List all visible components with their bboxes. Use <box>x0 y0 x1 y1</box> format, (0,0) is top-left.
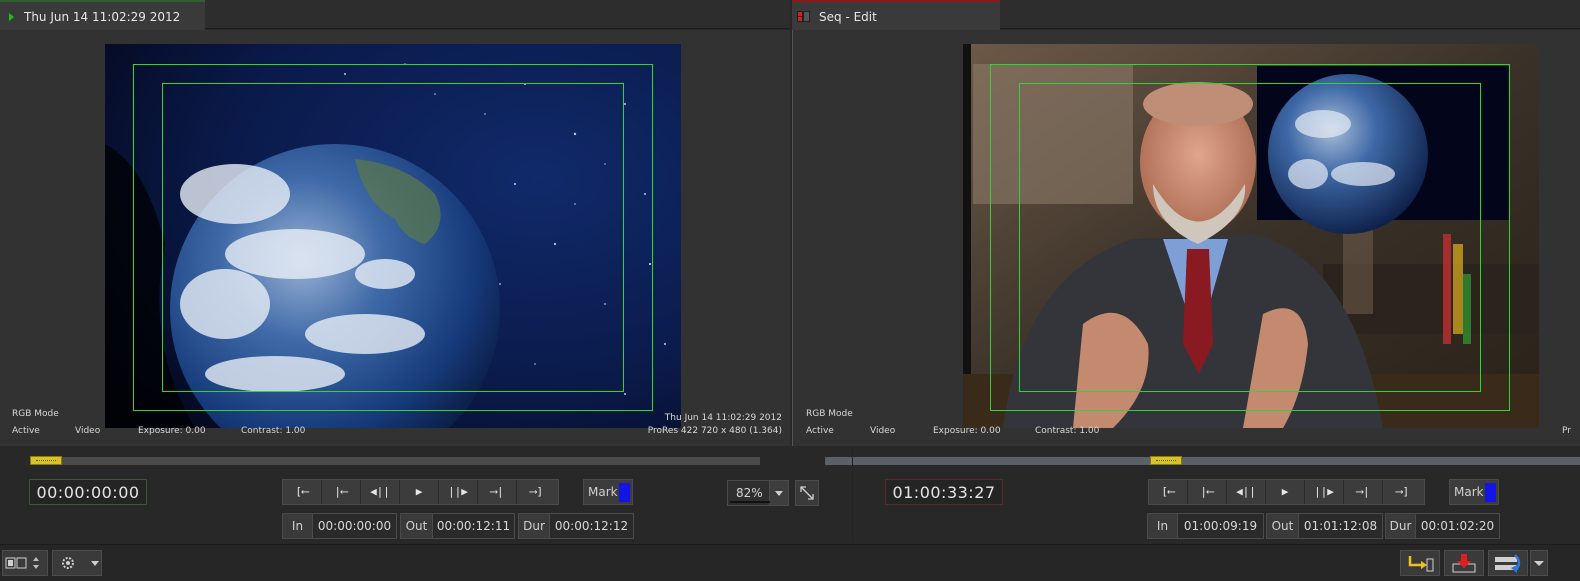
source-dur-label[interactable]: Dur <box>518 513 550 539</box>
record-go-to-in-button[interactable]: [⟵ <box>1149 480 1188 504</box>
overwrite-edit-button[interactable] <box>1444 550 1484 576</box>
overwrite-edit-icon <box>1452 554 1476 573</box>
panel-divider <box>852 448 853 543</box>
record-mark-label: Mark <box>1454 485 1484 499</box>
source-step-back-button[interactable]: ◀|| <box>361 480 400 504</box>
chevron-down-icon[interactable] <box>769 481 788 505</box>
gear-icon <box>62 557 99 569</box>
edit-options-dropdown[interactable] <box>1530 550 1548 576</box>
source-mark-label: Mark <box>588 485 618 499</box>
record-mode-label: RGB Mode <box>806 409 853 419</box>
zoom-slider-track <box>730 501 770 503</box>
record-prev-edit-button[interactable]: |⟵ <box>1188 480 1227 504</box>
source-status-label: Active <box>12 426 40 436</box>
replace-edit-icon <box>1408 556 1434 572</box>
record-step-forward-button[interactable]: ||▶ <box>1305 480 1344 504</box>
record-exposure-label: Exposure: 0.00 <box>933 426 1001 436</box>
mark-color-swatch <box>1485 483 1496 502</box>
record-transport: [⟵ |⟵ ◀|| ▶ ||▶ ⟶| ⟶] <box>1148 479 1425 505</box>
source-dur-value[interactable]: 00:00:12:12 <box>550 513 634 539</box>
record-out-value[interactable]: 01:01:12:08 <box>1299 513 1383 539</box>
source-out-label[interactable]: Out <box>400 513 433 539</box>
viewer-layout-button[interactable] <box>2 550 48 576</box>
source-title-safe-guide <box>162 83 624 392</box>
source-timecode[interactable]: 00:00:00:00 <box>29 479 147 505</box>
record-status-label: Active <box>806 426 834 436</box>
record-timecode[interactable]: 01:00:33:27 <box>885 479 1003 505</box>
source-exposure-label: Exposure: 0.00 <box>138 426 206 436</box>
record-in-label[interactable]: In <box>1147 513 1178 539</box>
source-next-edit-button[interactable]: ⟶| <box>478 480 517 504</box>
record-play-button[interactable]: ▶ <box>1266 480 1305 504</box>
source-track-bar <box>30 457 760 465</box>
record-mark-button[interactable]: Mark <box>1449 479 1499 505</box>
source-out-value[interactable]: 00:00:12:11 <box>433 513 515 539</box>
record-format-label: Pr <box>1562 426 1571 436</box>
source-go-to-out-button[interactable]: ⟶] <box>517 480 556 504</box>
source-viewer[interactable]: RGB Mode Active Video Exposure: 0.00 Con… <box>0 30 790 446</box>
record-next-edit-button[interactable]: ⟶| <box>1344 480 1383 504</box>
record-tab-label: Seq - Edit <box>819 10 877 24</box>
record-dur-label[interactable]: Dur <box>1385 513 1416 539</box>
source-prev-edit-button[interactable]: |⟵ <box>322 480 361 504</box>
dual-viewer-icon <box>5 557 39 569</box>
record-tabbar: Seq - Edit <box>792 0 1580 30</box>
insert-edit-icon <box>1495 554 1521 573</box>
record-track-bar <box>825 457 1580 465</box>
viewer-settings-button[interactable] <box>52 550 102 576</box>
source-position-bar[interactable] <box>30 453 760 466</box>
zoom-dropdown[interactable]: 82% <box>727 480 789 506</box>
record-track-label: Video <box>870 426 896 436</box>
replace-edit-button[interactable] <box>1400 550 1440 576</box>
source-tab-label: Thu Jun 14 11:02:29 2012 <box>24 10 181 24</box>
source-in-value[interactable]: 00:00:00:00 <box>313 513 397 539</box>
expand-diagonal-icon <box>800 486 814 500</box>
record-title-safe-guide <box>1019 83 1481 392</box>
source-play-button[interactable]: ▶ <box>400 480 439 504</box>
record-tab[interactable]: Seq - Edit <box>792 0 1000 30</box>
chevron-down-icon <box>1534 561 1544 566</box>
record-step-back-button[interactable]: ◀|| <box>1227 480 1266 504</box>
sequence-icon <box>797 11 810 22</box>
source-format-label: ProRes 422 720 x 480 (1.364) <box>647 426 782 436</box>
record-out-label[interactable]: Out <box>1266 513 1299 539</box>
mark-color-swatch <box>619 483 630 502</box>
record-go-to-out-button[interactable]: ⟶] <box>1383 480 1422 504</box>
source-go-to-in-button[interactable]: [⟵ <box>283 480 322 504</box>
source-playhead[interactable] <box>30 456 62 465</box>
source-mode-label: RGB Mode <box>12 409 59 419</box>
source-in-label[interactable]: In <box>282 513 313 539</box>
record-contrast-label: Contrast: 1.00 <box>1035 426 1100 436</box>
bottom-toolbar <box>0 544 1580 581</box>
zoom-value: 82% <box>736 486 763 500</box>
source-tabbar: Thu Jun 14 11:02:29 2012 <box>0 0 790 30</box>
record-position-bar[interactable] <box>825 453 1580 466</box>
record-viewer[interactable]: RGB Mode Active Video Exposure: 0.00 Con… <box>792 30 1580 446</box>
source-clip-name-label: Thu Jun 14 11:02:29 2012 <box>664 413 782 423</box>
source-step-forward-button[interactable]: ||▶ <box>439 480 478 504</box>
play-indicator-icon <box>9 13 14 21</box>
insert-edit-button[interactable] <box>1488 550 1528 576</box>
source-mark-button[interactable]: Mark <box>583 479 633 505</box>
fit-to-window-button[interactable] <box>795 480 819 506</box>
source-track-label: Video <box>75 426 101 436</box>
record-dur-value[interactable]: 00:01:02:20 <box>1416 513 1500 539</box>
source-transport: [⟵ |⟵ ◀|| ▶ ||▶ ⟶| ⟶] <box>282 479 559 505</box>
record-in-value[interactable]: 01:00:09:19 <box>1178 513 1264 539</box>
record-playhead[interactable] <box>1150 456 1183 465</box>
source-tab[interactable]: Thu Jun 14 11:02:29 2012 <box>0 0 205 30</box>
source-contrast-label: Contrast: 1.00 <box>241 426 306 436</box>
